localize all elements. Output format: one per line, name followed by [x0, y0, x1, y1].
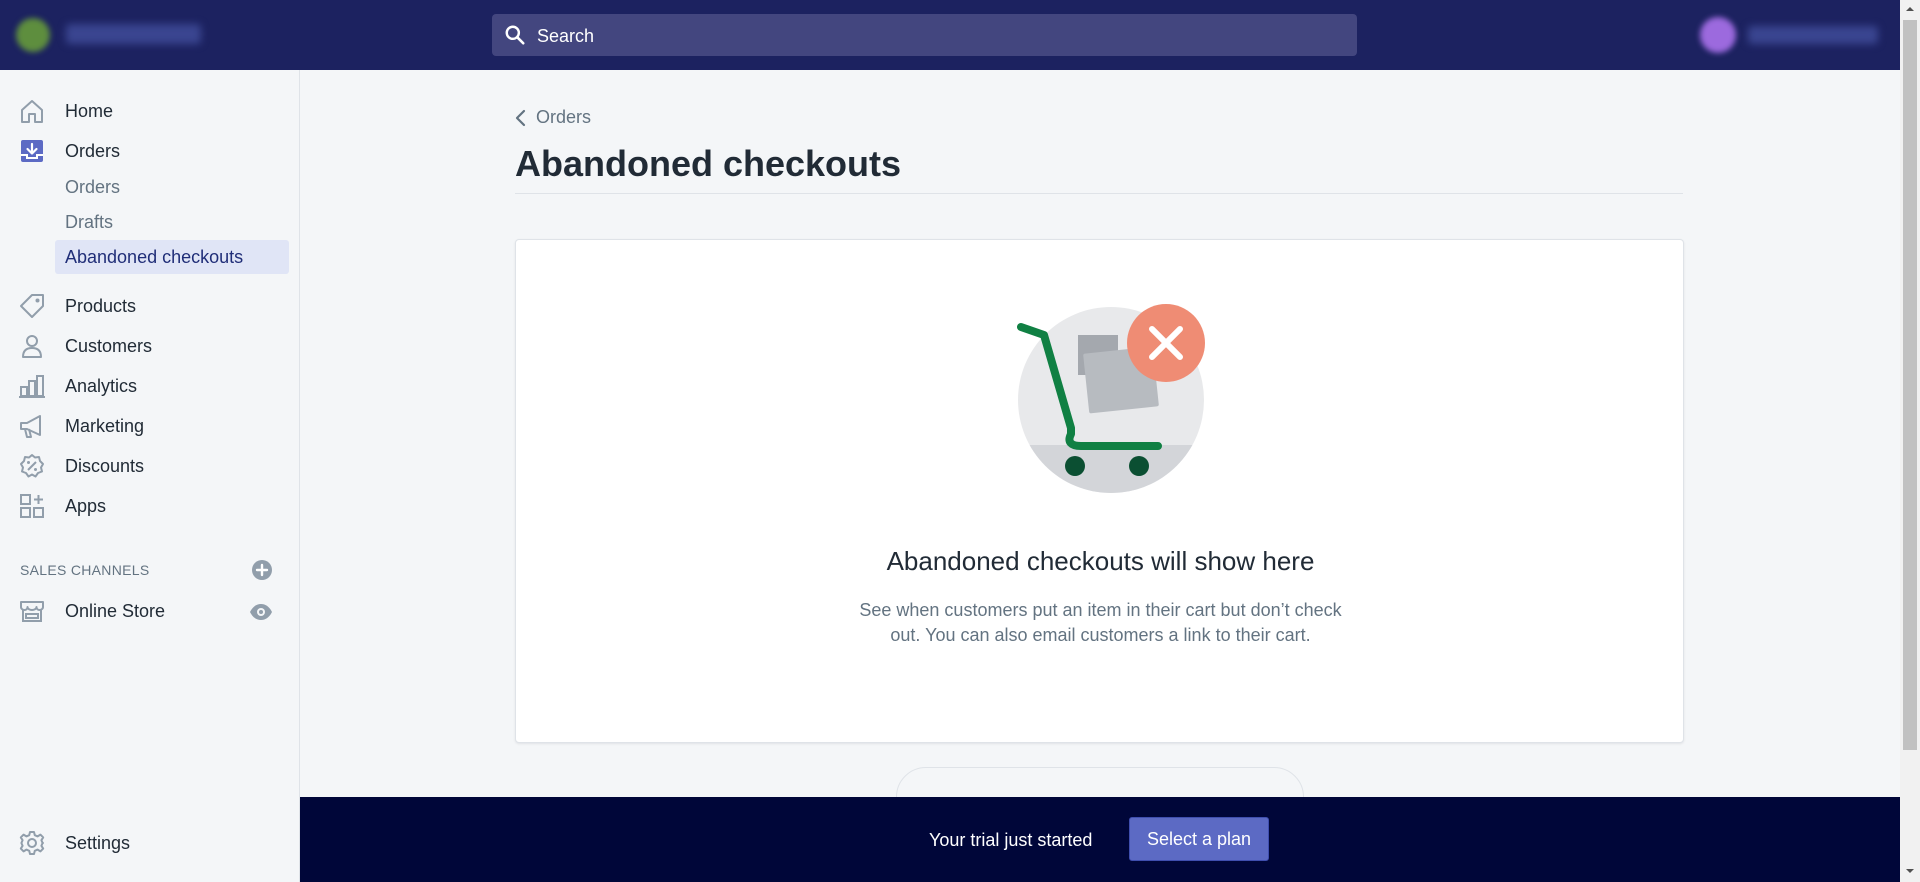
- sidebar-subitem-abandoned-checkouts[interactable]: Abandoned checkouts: [55, 240, 289, 274]
- scroll-down-arrow-icon[interactable]: [1900, 862, 1920, 880]
- empty-state-card: Abandoned checkouts will show here See w…: [515, 239, 1684, 743]
- sidebar-item-marketing[interactable]: Marketing: [0, 408, 300, 444]
- search-placeholder: Search: [537, 26, 595, 46]
- discount-icon: [20, 454, 44, 478]
- abandoned-cart-illustration: [1017, 304, 1205, 493]
- store-logo[interactable]: [16, 18, 50, 52]
- sidebar-subitem-drafts[interactable]: Drafts: [55, 205, 289, 239]
- sidebar-item-label: Apps: [65, 495, 107, 516]
- sidebar-item-label: Products: [65, 295, 137, 316]
- sidebar-subitem-orders[interactable]: Orders: [55, 170, 289, 204]
- eye-icon[interactable]: [249, 600, 273, 624]
- bar-chart-icon: [19, 375, 45, 398]
- add-channel-icon[interactable]: [251, 559, 273, 581]
- sidebar-item-label: Analytics: [65, 375, 138, 396]
- person-icon: [22, 335, 42, 358]
- empty-state-title: Abandoned checkouts will show here: [886, 546, 1315, 576]
- sidebar-item-label: Marketing: [65, 415, 145, 436]
- breadcrumb-link[interactable]: Orders: [536, 107, 591, 128]
- chevron-left-icon: [515, 109, 526, 126]
- sidebar-item-products[interactable]: Products: [0, 288, 300, 324]
- sidebar-item-orders[interactable]: Orders: [0, 133, 300, 169]
- user-name-blurred[interactable]: [1748, 26, 1878, 44]
- sidebar-item-discounts[interactable]: Discounts: [0, 448, 300, 484]
- sidebar-item-label: Online Store: [65, 600, 166, 621]
- store-icon: [20, 601, 44, 622]
- select-plan-button[interactable]: Select a plan: [1129, 817, 1269, 861]
- search-icon: [505, 25, 525, 45]
- sidebar-item-label: Orders: [65, 140, 121, 161]
- sidebar-item-customers[interactable]: Customers: [0, 328, 300, 364]
- trial-message: Your trial just started: [929, 830, 1093, 850]
- search-input[interactable]: Search: [492, 14, 1357, 56]
- gear-icon: [19, 831, 45, 855]
- sidebar-item-settings[interactable]: Settings: [0, 825, 300, 861]
- megaphone-icon: [20, 415, 41, 438]
- sidebar-item-label: Settings: [65, 832, 131, 853]
- title-divider: [515, 193, 1683, 194]
- sidebar-item-home[interactable]: Home: [0, 93, 300, 129]
- sidebar-subitem-label: Orders: [65, 177, 121, 197]
- tag-icon: [20, 294, 44, 318]
- empty-state-description: See when customers put an item in their …: [859, 600, 1342, 645]
- store-name-blurred[interactable]: [66, 24, 201, 44]
- top-bar: Search: [0, 0, 1900, 70]
- apps-icon: [20, 494, 44, 518]
- sales-channels-heading: SALES CHANNELS: [20, 562, 150, 578]
- sidebar-subitem-label: Drafts: [65, 212, 114, 232]
- sidebar-item-label: Customers: [65, 335, 153, 356]
- scrollbar-thumb[interactable]: [1903, 20, 1917, 750]
- sidebar: Home Orders Orders Drafts Abandoned chec…: [0, 70, 300, 882]
- sidebar-item-apps[interactable]: Apps: [0, 488, 300, 524]
- scroll-up-arrow-icon[interactable]: [1900, 0, 1920, 18]
- orders-icon: [21, 140, 43, 162]
- trial-banner: Your trial just started Select a plan: [300, 797, 1900, 882]
- avatar[interactable]: [1700, 17, 1736, 53]
- sidebar-subitem-label: Abandoned checkouts: [65, 247, 244, 267]
- home-icon: [21, 100, 43, 123]
- page-title: Abandoned checkouts: [515, 143, 902, 184]
- sidebar-item-label: Home: [65, 100, 114, 121]
- scrollbar[interactable]: [1900, 0, 1920, 882]
- sidebar-item-analytics[interactable]: Analytics: [0, 368, 300, 404]
- sidebar-item-label: Discounts: [65, 455, 145, 476]
- breadcrumb[interactable]: Orders: [514, 107, 591, 128]
